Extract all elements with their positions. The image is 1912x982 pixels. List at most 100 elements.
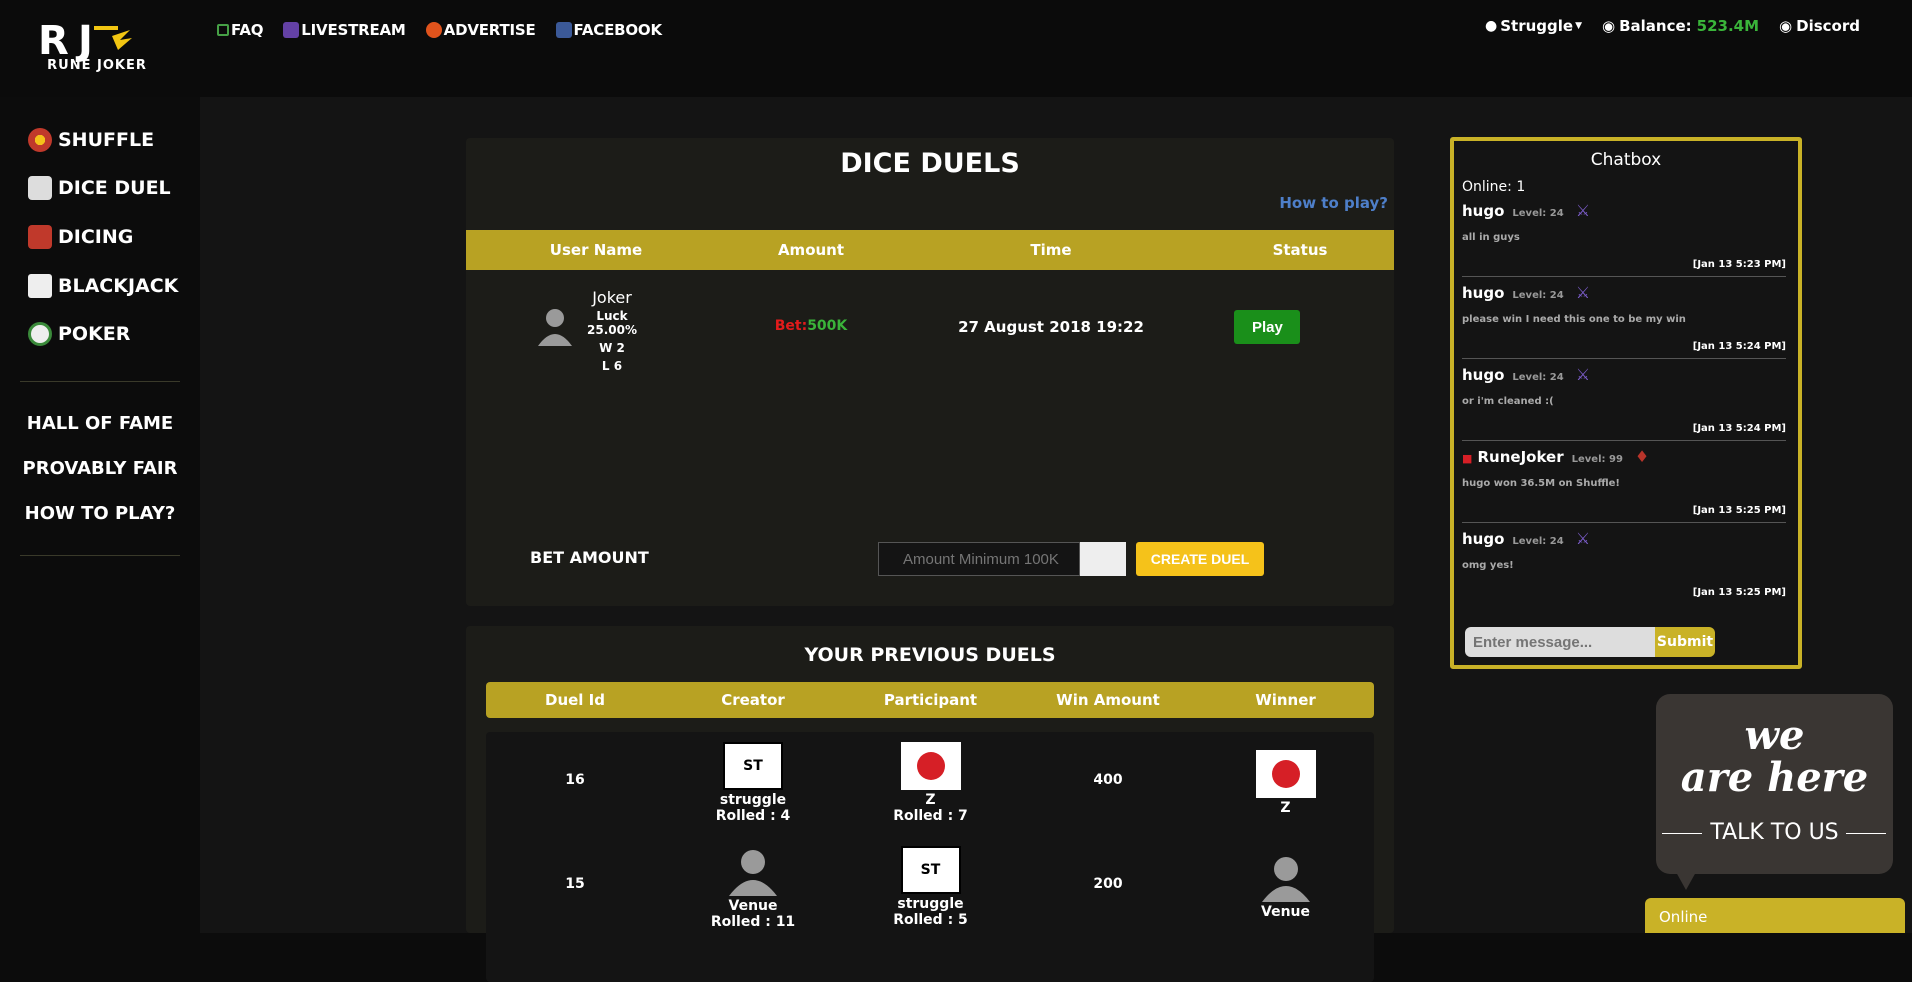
sidebar-item-dice-duel[interactable]: DICE DUEL (28, 176, 171, 200)
duel-id: 16 (565, 772, 585, 788)
poker-chip-icon (28, 322, 52, 346)
creator-cell: ST struggle Rolled : 4 (664, 742, 842, 824)
top-nav: FAQ LIVESTREAM ADVERTISE FACEBOOK (217, 21, 682, 39)
previous-duels-body: 16 ST struggle Rolled : 4 Z Rolled : 7 4… (486, 732, 1374, 982)
hall-of-fame-link[interactable]: HALL OF FAME (0, 413, 200, 434)
column-header: User Name (549, 241, 643, 259)
online-chat-tab[interactable]: Online (1645, 898, 1905, 933)
brand-name: RUNE JOKER (47, 58, 147, 73)
caret-down-icon: ▼ (1575, 21, 1583, 31)
create-duel-button[interactable]: CREATE DUEL (1136, 542, 1264, 576)
avatar (536, 306, 574, 346)
column-header: Time (1030, 241, 1072, 259)
winner-cell: Z (1197, 742, 1374, 824)
duel-row: Joker Luck 25.00% W 2 L 6 Bet:500K 27 Au… (466, 288, 1394, 373)
duel-time: 27 August 2018 19:22 (958, 318, 1144, 336)
message-divider (1462, 358, 1786, 359)
message-divider (1462, 522, 1786, 523)
duel-id: 15 (565, 876, 585, 892)
avatar (1256, 854, 1316, 902)
top-bar: R J RUNE JOKER FAQ LIVESTREAM ADVERTISE … (0, 0, 1912, 97)
chat-message-input[interactable] (1465, 627, 1655, 657)
message-divider (1462, 440, 1786, 441)
rune-joker-logo[interactable]: R J RUNE JOKER (34, 16, 160, 78)
sidebar-item-poker[interactable]: POKER (28, 322, 130, 346)
struggle-avatar: ST (723, 742, 783, 790)
column-header: Winner (1255, 691, 1316, 709)
pet-icon: ♦ (1634, 447, 1650, 466)
participant-cell: Z Rolled : 7 (842, 742, 1019, 824)
previous-duels-header: Duel Id Creator Participant Win Amount W… (486, 682, 1374, 718)
provably-fair-link[interactable]: PROVABLY FAIR (0, 458, 200, 479)
winner-cell: Venue (1197, 846, 1374, 930)
column-header: Win Amount (1056, 691, 1160, 709)
live-chat-widget[interactable]: we are here TALK TO US (1656, 694, 1893, 874)
play-button[interactable]: Play (1234, 310, 1300, 344)
user-bar: ● Struggle ▼ ◉ Balance: 523.4M ◉ Discord (1485, 17, 1912, 35)
sidebar-item-blackjack[interactable]: BLACKJACK (28, 274, 178, 298)
column-header: Amount (777, 241, 845, 259)
discord-link[interactable]: ◉ Discord (1779, 17, 1860, 35)
widget-divider-right (1846, 833, 1886, 834)
sidebar-item-dicing[interactable]: DICING (28, 225, 133, 249)
duel-losses: L 6 (601, 359, 623, 373)
table-row: 16 ST struggle Rolled : 4 Z Rolled : 7 4… (486, 742, 1374, 824)
sidebar-item-shuffle[interactable]: SHUFFLE (28, 128, 154, 152)
faq-icon (217, 24, 229, 36)
win-amount: 200 (1093, 876, 1123, 892)
user-menu[interactable]: ● Struggle ▼ (1485, 17, 1582, 35)
column-header: Duel Id (545, 691, 605, 709)
creator-cell: Venue Rolled : 11 (664, 846, 842, 930)
bet-amount-label: BET AMOUNT (530, 548, 649, 567)
how-to-play-link[interactable]: HOW TO PLAY? (0, 503, 200, 524)
sidebar: SHUFFLE DICE DUEL DICING BLACKJACK POKER… (0, 97, 200, 933)
chat-message: ■ RuneJoker Level: 99 ♦ hugo won 36.5M on … (1462, 447, 1786, 523)
struggle-avatar: ST (900, 846, 961, 894)
livestream-link[interactable]: LIVESTREAM (283, 21, 406, 39)
previous-duels-title: YOUR PREVIOUS DUELS (804, 644, 1056, 666)
amount-input[interactable] (878, 542, 1080, 576)
sword-icon: ⚔ (1575, 529, 1591, 548)
user-icon: ● (1485, 18, 1498, 34)
coins-icon: ◉ (1602, 17, 1616, 35)
zee-news-avatar (1255, 750, 1316, 798)
cards-icon (28, 274, 52, 298)
avatar (723, 846, 783, 896)
sidebar-divider (20, 381, 180, 382)
faq-link[interactable]: FAQ (217, 21, 263, 39)
online-count: Online: 1 (1462, 179, 1526, 195)
widget-line-1: we (1744, 712, 1805, 759)
facebook-link[interactable]: FACEBOOK (555, 21, 662, 39)
sword-icon: ⚔ (1575, 283, 1591, 302)
duel-wins: W 2 (599, 341, 625, 355)
widget-line-2: are here (1680, 754, 1869, 801)
twitch-icon (283, 22, 300, 38)
column-header: Status (1272, 241, 1328, 259)
dice-duels-panel: DICE DUELS How to play? User Name Amount… (466, 138, 1394, 606)
runejoker-badge-icon: ■ (1462, 452, 1473, 465)
column-header: Participant (883, 691, 978, 709)
widget-speech-tail (1676, 872, 1696, 890)
advertise-link[interactable]: ADVERTISE (425, 21, 536, 39)
chat-message: hugo Level: 24 ⚔ please win I need this on… (1462, 283, 1786, 359)
chat-message: hugo Level: 24 ⚔ all in guys [Jan 13 5:23 … (1462, 201, 1786, 277)
amount-side-field[interactable] (1080, 542, 1126, 576)
duel-luck: Luck 25.00% (587, 309, 637, 337)
duel-username: Joker (592, 288, 632, 307)
zee-news-avatar (900, 742, 961, 790)
page-title: DICE DUELS (840, 148, 1020, 179)
megaphone-icon (425, 22, 442, 38)
sidebar-divider (20, 555, 180, 556)
dice-duel-icon (28, 176, 52, 200)
facebook-icon (555, 22, 572, 38)
duel-amount: Bet:500K (774, 318, 848, 334)
dice-icon (28, 225, 52, 249)
chat-submit-button[interactable]: Submit (1655, 627, 1715, 657)
discord-icon: ◉ (1779, 17, 1793, 35)
previous-duels-panel: YOUR PREVIOUS DUELS Duel Id Creator Part… (466, 626, 1394, 982)
table-row: 15 Venue Rolled : 11 ST struggle Rolled … (486, 846, 1374, 930)
win-amount: 400 (1093, 772, 1123, 788)
chatbox-title: Chatbox (1590, 150, 1662, 170)
how-to-play-link[interactable]: How to play? (1279, 194, 1388, 212)
sword-icon: ⚔ (1575, 201, 1591, 220)
